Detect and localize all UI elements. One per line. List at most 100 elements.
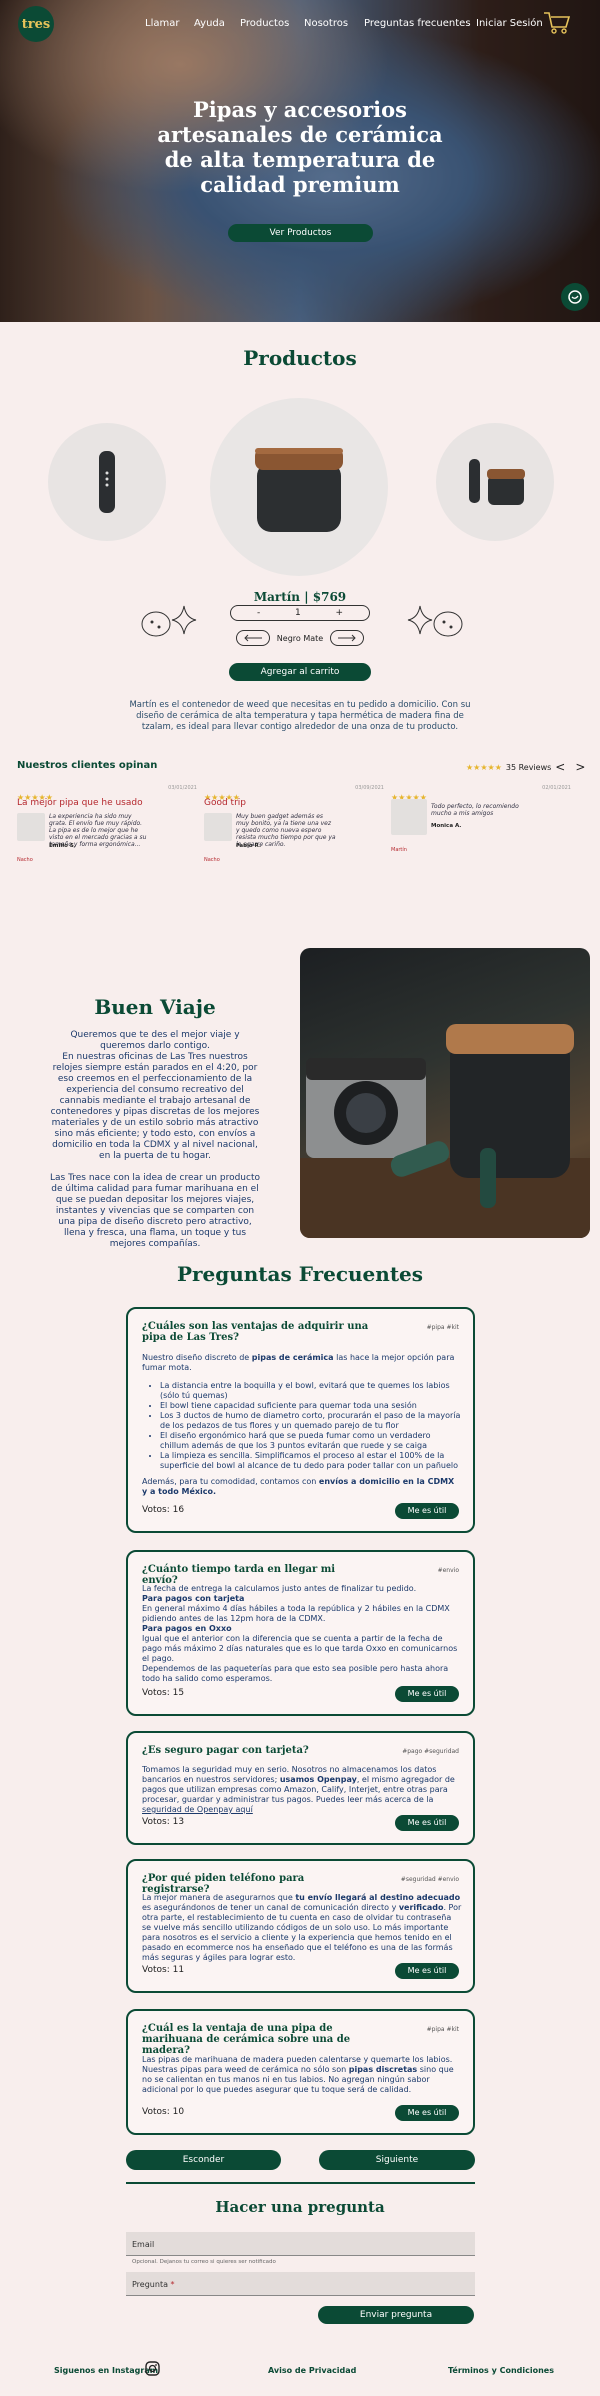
qty-plus-button[interactable]: + xyxy=(335,608,343,618)
top-nav: Llamar Ayuda Productos Nosotros Pregunta… xyxy=(0,18,600,32)
useful-button[interactable]: Me es útil xyxy=(395,2105,459,2121)
product-thumb-right[interactable] xyxy=(436,423,554,541)
faq-votes: Votos: 13 xyxy=(142,1817,184,1827)
submit-question-button[interactable]: Enviar pregunta xyxy=(318,2306,474,2324)
reviews-title: Nuestros clientes opinan xyxy=(17,760,158,771)
review-date: 03/01/2021 xyxy=(168,785,197,791)
divider xyxy=(126,2182,475,2184)
faq-question: ¿Es seguro pagar con tarjeta? xyxy=(142,1745,309,1756)
view-products-button[interactable]: Ver Productos xyxy=(228,224,373,242)
hero-title: Pipas y accesorios artesanales de cerámi… xyxy=(157,97,443,197)
question-field[interactable]: Pregunta * xyxy=(126,2272,475,2296)
product-main-image xyxy=(210,398,388,576)
review-product-image xyxy=(204,813,232,841)
review-author: Monica A. xyxy=(431,823,462,829)
arrow-right-icon xyxy=(338,634,356,642)
chat-icon xyxy=(568,290,582,304)
faq-tags[interactable]: #pipa #kit xyxy=(427,1323,459,1333)
faq-answer: Tomamos la seguridad muy en serio. Nosot… xyxy=(142,1765,462,1815)
reviews-prev-icon[interactable]: < xyxy=(555,760,565,774)
review-product[interactable]: Martín xyxy=(391,847,407,853)
faq-bullet: La distancia entre la boquilla y el bowl… xyxy=(160,1381,462,1401)
faq-title: Preguntas Frecuentes xyxy=(176,1262,424,1286)
cart-icon[interactable] xyxy=(543,10,571,36)
pipe-image xyxy=(99,451,115,513)
useful-button[interactable]: Me es útil xyxy=(395,1503,459,1519)
about-paragraph-3: Las Tres nace con la idea de crear un pr… xyxy=(50,1173,260,1249)
reviews-summary: ★★★★★ 35 Reviews < > xyxy=(466,760,585,774)
faq-answer: Las pipas de marihuana de madera pueden … xyxy=(142,2055,462,2095)
useful-button[interactable]: Me es útil xyxy=(395,1686,459,1702)
nav-item-ayuda[interactable]: Ayuda xyxy=(194,18,225,29)
review-text: Todo perfecto, lo recomiendo mucho a mis… xyxy=(431,803,519,817)
prev-color-button[interactable] xyxy=(236,630,270,646)
color-name: Negro Mate xyxy=(276,633,324,643)
lifestyle-photo xyxy=(300,948,590,1238)
terms-link[interactable]: Términos y Condiciones xyxy=(448,2366,554,2375)
faq-text: Dependemos de las paqueterías para que e… xyxy=(142,1664,449,1683)
useful-button[interactable]: Me es útil xyxy=(395,1963,459,1979)
faq-bullet: El diseño ergonómico hará que se pueda f… xyxy=(160,1431,462,1451)
openpay-link[interactable]: seguridad de Openpay aquí xyxy=(142,1805,253,1814)
faq-tags[interactable]: #pago #seguridad xyxy=(402,1747,459,1757)
review-date: 03/09/2021 xyxy=(355,785,384,791)
product-price: Martín | $769 xyxy=(253,590,347,604)
votes-count: 15 xyxy=(172,1688,185,1698)
review-author: Emilio S. xyxy=(49,843,76,849)
faq-bullet: El bowl tiene capacidad suficiente para … xyxy=(160,1401,462,1411)
jar-image xyxy=(255,448,343,532)
products-title: Productos xyxy=(243,346,357,370)
faq-votes: Votos: 16 xyxy=(142,1505,184,1515)
nav-item-productos[interactable]: Productos xyxy=(240,18,289,29)
chat-button[interactable] xyxy=(561,283,589,311)
nav-item-faq[interactable]: Preguntas frecuentes xyxy=(364,18,471,29)
instagram-link[interactable]: Siguenos en Instagram xyxy=(54,2366,158,2375)
faq-tags[interactable]: #envio xyxy=(438,1566,459,1576)
votes-label: Votos: xyxy=(142,1817,170,1827)
faq-text: es asegurándonos de tener un canal de co… xyxy=(142,1903,399,1912)
privacy-link[interactable]: Aviso de Privacidad xyxy=(268,2366,356,2375)
nav-item-llamar[interactable]: Llamar xyxy=(145,18,179,29)
faq-votes: Votos: 11 xyxy=(142,1965,184,1975)
nav-item-nosotros[interactable]: Nosotros xyxy=(304,18,348,29)
review-product[interactable]: Nacho xyxy=(17,857,33,863)
review-headline: Good trip xyxy=(204,798,247,808)
faq-tags[interactable]: #seguridad #envio xyxy=(401,1875,459,1885)
next-color-button[interactable] xyxy=(330,630,364,646)
ask-title: Hacer una pregunta xyxy=(215,2198,385,2216)
product-thumb-left[interactable] xyxy=(48,423,166,541)
faq-answer: Nuestro diseño discreto de pipas de cerá… xyxy=(142,1353,462,1497)
faq-subheading: Para pagos en Oxxo xyxy=(142,1624,232,1633)
faq-text: Igual que el anterior con la diferencia … xyxy=(142,1634,458,1663)
color-selector: Negro Mate xyxy=(230,628,370,648)
add-to-cart-button[interactable]: Agregar al carrito xyxy=(229,663,371,681)
votes-count: 11 xyxy=(172,1965,185,1975)
hide-button[interactable]: Esconder xyxy=(126,2150,281,2170)
about-title: Buen Viaje xyxy=(94,995,216,1019)
required-mark: * xyxy=(170,2280,175,2289)
useful-button[interactable]: Me es útil xyxy=(395,1815,459,1831)
faq-question: ¿Por qué piden teléfono para registrarse… xyxy=(142,1873,305,1895)
email-field[interactable]: Email xyxy=(126,2232,475,2256)
instagram-icon[interactable] xyxy=(145,2361,160,2376)
faq-question: ¿Cuál es la ventaja de una pipa de marih… xyxy=(142,2023,351,2056)
faq-text-bold: pipas de cerámica xyxy=(251,1353,334,1362)
review-product[interactable]: Nacho xyxy=(204,857,220,863)
review-author: Fabio R. xyxy=(236,843,262,849)
reviews-count[interactable]: 35 Reviews xyxy=(506,763,551,772)
faq-votes: Votos: 10 xyxy=(142,2107,184,2117)
qty-value[interactable]: 1 xyxy=(295,608,301,618)
reviews-next-icon[interactable]: > xyxy=(575,760,585,774)
faq-tags[interactable]: #pipa #kit xyxy=(427,2025,459,2035)
set-image xyxy=(469,459,525,505)
faq-card: ¿Cuánto tiempo tarda en llegar mi envío?… xyxy=(126,1550,475,1716)
faq-card: ¿Cuál es la ventaja de una pipa de marih… xyxy=(126,2009,475,2135)
hero-banner: tres Llamar Ayuda Productos Nosotros Pre… xyxy=(0,0,600,322)
qty-minus-button[interactable]: - xyxy=(257,608,260,618)
next-button[interactable]: Siguiente xyxy=(319,2150,475,2170)
faq-text-bold: tu envío llegará al destino adecuado xyxy=(295,1893,461,1902)
review-card: ★★★★★ 03/09/2021 Good trip Muy buen gadg… xyxy=(204,785,384,865)
review-product-image xyxy=(17,813,45,841)
nav-item-login[interactable]: Iniciar Sesión xyxy=(476,18,543,29)
faq-answer: La fecha de entrega la calculamos justo … xyxy=(142,1584,462,1684)
